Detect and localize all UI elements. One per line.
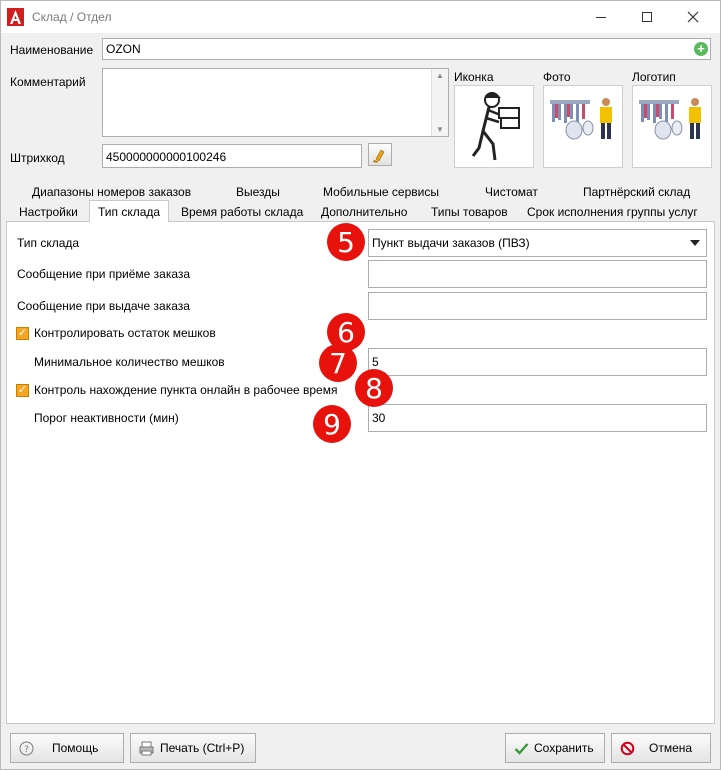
tab-mobile-services[interactable]: Мобильные сервисы — [323, 182, 439, 202]
add-icon[interactable]: + — [694, 42, 708, 56]
inactivity-threshold-input[interactable]: 30 — [368, 404, 707, 432]
marker-7: 7 — [319, 344, 357, 382]
tab-trips[interactable]: Выезды — [236, 182, 280, 202]
tab-service-group-deadline[interactable]: Срок исполнения группы услуг — [527, 202, 698, 222]
courier-icon — [471, 92, 520, 161]
issue-message-label: Сообщение при выдаче заказа — [17, 299, 190, 313]
tab-additional[interactable]: Дополнительно — [321, 202, 407, 222]
control-bags-checkbox[interactable]: ✓ — [16, 327, 29, 340]
name-input[interactable]: OZON + — [102, 38, 711, 60]
tab-chistomat[interactable]: Чистомат — [485, 182, 538, 202]
receive-message-label: Сообщение при приёме заказа — [17, 267, 191, 281]
tab-settings[interactable]: Настройки — [19, 202, 78, 222]
barcode-value: 450000000000100246 — [106, 150, 227, 164]
issue-message-input[interactable] — [368, 292, 707, 320]
help-button-label: Помощь — [52, 741, 99, 755]
receive-message-input[interactable] — [368, 260, 707, 288]
printer-icon — [139, 741, 154, 756]
clear-barcode-button[interactable] — [368, 143, 392, 166]
store-logo-icon — [633, 86, 711, 167]
scroll-up-icon[interactable]: ▲ — [436, 71, 444, 80]
minimize-icon — [596, 17, 606, 18]
logo-label: Логотип — [632, 70, 676, 84]
comment-label: Комментарий — [10, 75, 86, 89]
comment-textarea[interactable]: ▲ ▼ — [102, 68, 449, 137]
name-label: Наименование — [10, 43, 94, 57]
photo-image[interactable] — [543, 85, 623, 168]
control-bags-label: Контролировать остаток мешков — [34, 326, 216, 340]
photo-label: Фото — [543, 70, 571, 84]
scroll-down-icon[interactable]: ▼ — [436, 125, 444, 134]
tab-partner-warehouse[interactable]: Партнёрский склад — [583, 182, 690, 202]
tab-product-types[interactable]: Типы товаров — [431, 202, 508, 222]
save-button[interactable]: Сохранить — [505, 733, 605, 763]
min-bags-input[interactable]: 5 — [368, 348, 707, 376]
warehouse-type-label: Тип склада — [17, 236, 80, 250]
logo-image[interactable] — [632, 85, 712, 168]
print-button-label: Печать (Ctrl+P) — [160, 741, 245, 755]
online-control-checkbox[interactable]: ✓ — [16, 384, 29, 397]
warehouse-type-value: Пункт выдачи заказов (ПВЗ) — [372, 236, 530, 250]
marker-8: 8 — [355, 369, 393, 407]
marker-9: 9 — [313, 405, 351, 443]
marker-5: 5 — [327, 223, 365, 261]
svg-text:?: ? — [24, 745, 29, 755]
help-button[interactable]: ? Помощь — [10, 733, 124, 763]
checkmark-icon — [514, 743, 529, 755]
min-bags-value: 5 — [372, 355, 379, 369]
chevron-down-icon — [690, 240, 700, 246]
store-photo-icon — [544, 86, 622, 167]
tab-order-number-ranges[interactable]: Диапазоны номеров заказов — [32, 182, 191, 202]
name-value: OZON — [106, 42, 141, 56]
cancel-button-label: Отмена — [649, 741, 693, 755]
cancel-button[interactable]: Отмена — [611, 733, 711, 763]
app-logo-icon — [7, 8, 24, 26]
close-icon — [687, 11, 699, 23]
maximize-icon — [642, 12, 652, 22]
comment-scrollbar[interactable]: ▲ ▼ — [431, 69, 448, 136]
inactivity-threshold-label: Порог неактивности (мин) — [34, 411, 179, 425]
save-button-label: Сохранить — [534, 741, 594, 755]
inactivity-threshold-value: 30 — [372, 411, 386, 425]
cancel-icon — [620, 741, 635, 756]
warehouse-type-select[interactable]: Пункт выдачи заказов (ПВЗ) — [368, 229, 707, 257]
print-button[interactable]: Печать (Ctrl+P) — [130, 733, 256, 763]
online-control-label: Контроль нахождение пункта онлайн в рабо… — [34, 383, 338, 397]
warehouse-dialog: Склад / Отдел Наименование OZON + Коммен… — [0, 0, 721, 770]
title-bar[interactable]: Склад / Отдел — [1, 1, 720, 33]
close-button[interactable] — [670, 1, 716, 33]
min-bags-label: Минимальное количество мешков — [34, 355, 225, 369]
help-icon: ? — [19, 741, 34, 756]
window-title: Склад / Отдел — [32, 10, 112, 24]
tab-working-hours[interactable]: Время работы склада — [181, 202, 303, 222]
minimize-button[interactable] — [578, 1, 624, 33]
brush-icon — [373, 149, 385, 163]
tab-content-panel: Тип склада Пункт выдачи заказов (ПВЗ) Со… — [6, 221, 715, 724]
barcode-label: Штрихкод — [10, 151, 65, 165]
barcode-input[interactable]: 450000000000100246 — [102, 144, 362, 168]
icon-label: Иконка — [454, 70, 494, 84]
icon-image[interactable] — [454, 85, 534, 168]
tab-warehouse-type[interactable]: Тип склада — [89, 200, 170, 222]
maximize-button[interactable] — [624, 1, 670, 33]
